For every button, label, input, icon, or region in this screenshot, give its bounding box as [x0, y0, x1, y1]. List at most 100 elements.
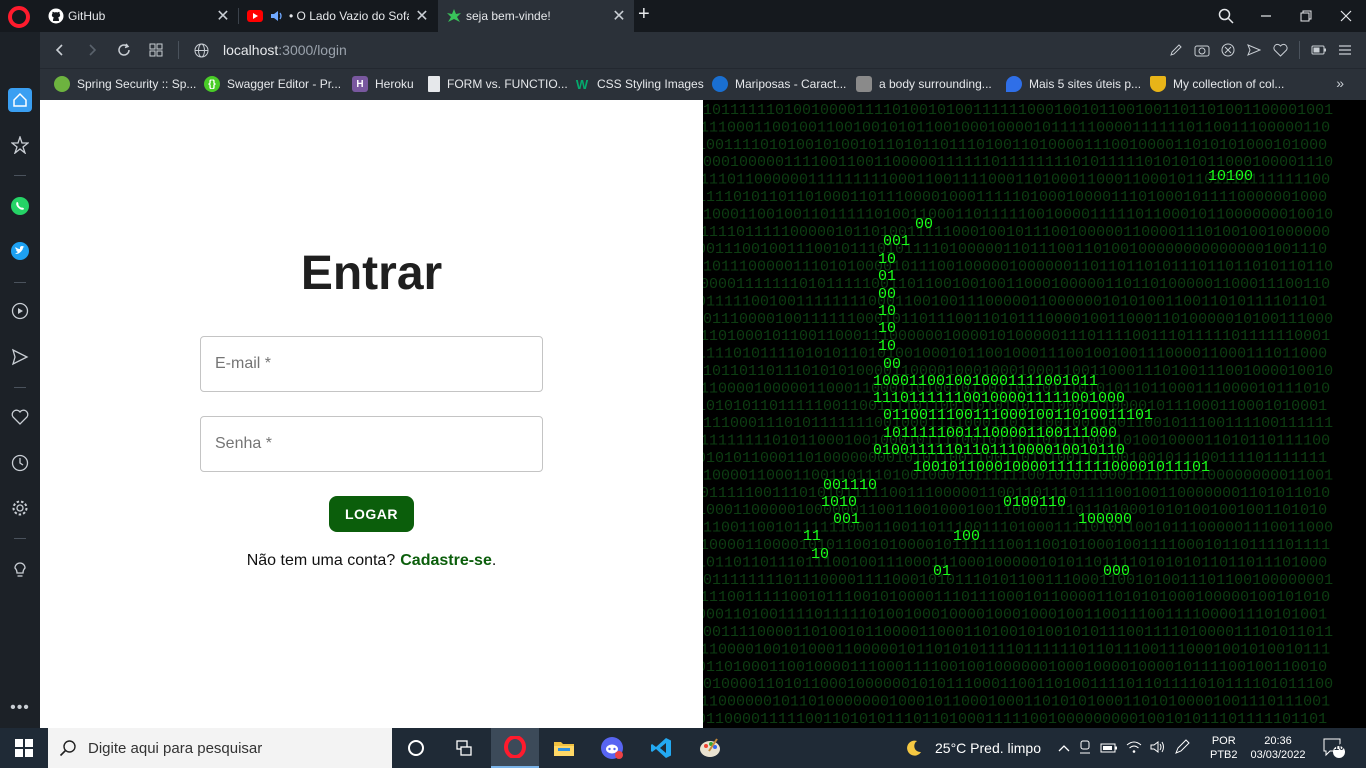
close-window-button[interactable] — [1326, 0, 1366, 32]
matrix-digit-row: 1110011111001011100101000011101110001011… — [703, 589, 1330, 606]
adblock-icon[interactable] — [1217, 39, 1239, 61]
matrix-digit-row: 1000011000010101100101000010111111001100… — [703, 537, 1330, 554]
show-hidden-icons-icon[interactable] — [1058, 740, 1070, 756]
url-host: localhost — [223, 42, 279, 58]
volume-icon[interactable] — [1150, 740, 1166, 757]
tab-github[interactable]: GitHub ✕ — [40, 0, 238, 32]
tab-youtube[interactable]: • O Lado Vazio do Sofá ✕ — [239, 0, 437, 32]
file-explorer-icon[interactable] — [540, 728, 588, 768]
notification-count: 10 — [1333, 742, 1344, 752]
bookmark-label: Spring Security :: Sp... — [77, 77, 197, 91]
home-icon[interactable] — [8, 88, 32, 112]
opera-logo-icon[interactable] — [8, 6, 30, 28]
sidebar-divider — [14, 282, 26, 283]
close-icon[interactable]: ✕ — [216, 6, 230, 26]
flow-send-icon[interactable] — [8, 345, 32, 369]
tab-title: • O Lado Vazio do Sofá — [289, 9, 409, 23]
lightbulb-icon[interactable] — [8, 557, 32, 581]
reload-icon[interactable] — [108, 32, 140, 68]
bookmarks-heart-icon[interactable] — [8, 405, 32, 429]
drop-icon — [1006, 76, 1022, 92]
heart-icon[interactable] — [1269, 39, 1291, 61]
battery-saver-icon[interactable] — [1308, 39, 1330, 61]
restore-button[interactable] — [1286, 0, 1326, 32]
bookmark-css-styling-images[interactable]: W CSS Styling Images — [574, 76, 704, 92]
matrix-digit-highlight: 01 — [878, 268, 896, 285]
speaker-icon[interactable] — [269, 8, 285, 24]
tab-login[interactable]: seja bem-vinde! ✕ — [438, 0, 634, 32]
task-view-icon[interactable] — [440, 728, 488, 768]
matrix-digit-highlight: 001 — [883, 233, 910, 250]
bookmark-my-collection[interactable]: My collection of col... — [1150, 76, 1284, 92]
bookmark-spring-security[interactable]: Spring Security :: Sp... — [54, 76, 196, 92]
camera-icon[interactable] — [1191, 39, 1213, 61]
player-icon[interactable] — [8, 299, 32, 323]
back-icon[interactable] — [44, 32, 76, 68]
vscode-icon[interactable] — [637, 728, 685, 768]
leaf-icon — [446, 8, 462, 24]
matrix-digit-highlight: 0100110 — [1003, 494, 1066, 511]
signup-link[interactable]: Cadastre-se — [400, 552, 492, 569]
new-tab-button[interactable]: + — [638, 3, 650, 26]
opera-taskbar-icon[interactable] — [491, 728, 539, 768]
sidebar: ••• — [0, 32, 40, 728]
minimize-button[interactable] — [1246, 0, 1286, 32]
tab-search-icon[interactable] — [1206, 0, 1246, 32]
matrix-digit-highlight: 011001110011100010011010011101 — [883, 407, 1153, 424]
meet-now-icon[interactable] — [1078, 740, 1092, 757]
discord-icon[interactable] — [588, 728, 636, 768]
windows-start-icon[interactable] — [0, 728, 48, 768]
history-clock-icon[interactable] — [8, 451, 32, 475]
matrix-digit-highlight: 1110111111001000011111001000 — [873, 390, 1125, 407]
matrix-digit-highlight: 0100111110110111000010010110 — [873, 442, 1125, 459]
bookmark-swagger-editor[interactable]: {} Swagger Editor - Pr... — [204, 76, 341, 92]
matrix-digit-highlight: 10 — [878, 303, 896, 320]
email-field[interactable] — [200, 336, 543, 392]
matrix-digit-row: 1101000101100110001110000001000010100000… — [703, 328, 1330, 345]
address-divider — [1299, 41, 1300, 59]
input-language[interactable]: POR PTB2 — [1210, 728, 1238, 768]
weather-widget[interactable]: 25°C Pred. limpo — [903, 728, 1041, 768]
password-field[interactable] — [200, 416, 543, 472]
login-button[interactable]: LOGAR — [329, 496, 414, 532]
url-field[interactable]: localhost:3000/login — [223, 42, 347, 58]
matrix-digit-row: 0011100100111001011101011110100000110111… — [703, 241, 1327, 258]
send-icon[interactable] — [1243, 39, 1265, 61]
close-icon[interactable]: ✕ — [612, 6, 626, 26]
matrix-digit-highlight: 001110 — [823, 477, 877, 494]
cortana-icon[interactable] — [392, 728, 440, 768]
pinboards-icon[interactable] — [8, 133, 32, 157]
bookmark-form-vs-function[interactable]: FORM vs. FUNCTIO... — [428, 76, 568, 92]
bookmark-mais-5-sites[interactable]: Mais 5 sites úteis p... — [1006, 76, 1141, 92]
twitter-icon[interactable] — [8, 239, 32, 263]
clock[interactable]: 20:36 03/03/2022 — [1246, 728, 1310, 768]
password-input[interactable] — [201, 417, 542, 471]
close-icon[interactable]: ✕ — [415, 6, 429, 26]
forward-icon[interactable] — [76, 32, 108, 68]
notification-center-icon[interactable]: 10 — [1322, 728, 1346, 768]
settings-gear-icon[interactable] — [8, 496, 32, 520]
easy-setup-icon[interactable] — [1334, 39, 1356, 61]
more-options-icon[interactable]: ••• — [8, 696, 32, 720]
matrix-digit-highlight: 10100 — [1208, 168, 1253, 185]
bookmark-mariposas[interactable]: Mariposas - Caract... — [712, 76, 846, 92]
bookmarks-overflow-icon[interactable]: » — [1336, 75, 1344, 91]
speed-dial-icon[interactable] — [140, 32, 172, 68]
paint-icon[interactable] — [686, 728, 734, 768]
edit-icon[interactable] — [1165, 39, 1187, 61]
clock-date: 03/03/2022 — [1250, 749, 1306, 761]
keyboard-layout: PTB2 — [1210, 749, 1238, 761]
whatsapp-icon[interactable] — [8, 194, 32, 218]
pen-icon[interactable] — [1174, 738, 1190, 758]
bookmark-heroku[interactable]: H Heroku — [352, 76, 414, 92]
bookmark-label: FORM vs. FUNCTIO... — [447, 77, 568, 91]
taskbar-search-box[interactable]: Digite aqui para pesquisar — [48, 728, 392, 768]
globe-icon[interactable] — [185, 32, 217, 68]
wifi-icon[interactable] — [1126, 740, 1142, 757]
email-input[interactable] — [201, 337, 542, 391]
matrix-digit-row: 0110100011001000011100011110010010000001… — [703, 659, 1327, 676]
bookmark-a-body-surrounding[interactable]: a body surrounding... — [856, 76, 992, 92]
matrix-digit-row: 1011011011101110010011100011100010000010… — [703, 554, 1327, 571]
matrix-digit-highlight: 00 — [883, 356, 901, 373]
battery-icon[interactable] — [1100, 740, 1118, 756]
